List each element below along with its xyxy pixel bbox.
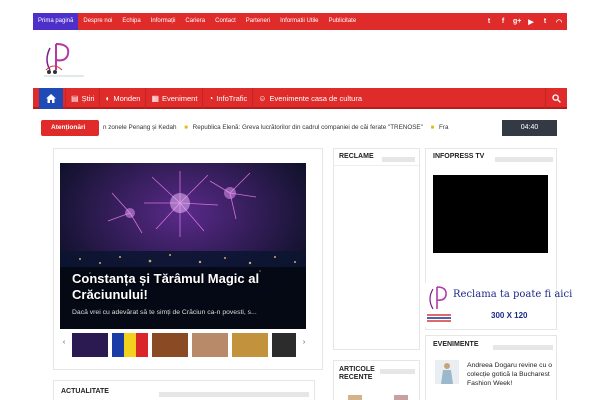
calendar-icon: ▦ <box>151 94 159 103</box>
ad-logo-icon <box>427 286 451 322</box>
nav-item-evenimente-casa-de-cultura[interactable]: ☺ Evenimente casa de cultura <box>252 88 367 109</box>
chevron-left-icon[interactable]: ‹ <box>60 339 68 346</box>
main-nav: ▤ Știri ◐ Monden ▦ Eveniment ◔ InfoTrafi… <box>33 88 567 109</box>
chevron-right-icon[interactable]: › <box>300 339 308 346</box>
ticker-clock: 04:40 <box>502 120 557 136</box>
breaking-ticker: Atenționări n zonele Penang și Kedah ■ R… <box>41 120 557 136</box>
ticker-item[interactable]: Fra <box>439 124 448 131</box>
ticker-bullet-icon: ■ <box>430 125 435 131</box>
heading-divider <box>493 345 553 350</box>
youtube-icon[interactable]: ▶ <box>527 18 535 26</box>
topnav-parteneri[interactable]: Parteneri <box>241 13 275 30</box>
nav-item-label: InfoTrafic <box>216 94 248 103</box>
fireworks-image <box>60 163 306 329</box>
ticker-label: Atenționări <box>41 120 99 136</box>
slide-caption: Dacă vrei cu adevărat să te simți de Cră… <box>72 309 257 316</box>
slider-thumb[interactable] <box>232 333 268 357</box>
slide-title[interactable]: Constanța și Tărâmul Magic al Crăciunulu… <box>72 271 302 303</box>
event-thumbnail[interactable] <box>435 360 459 384</box>
facebook-icon[interactable]: f <box>499 18 507 25</box>
section-heading: EVENIMENTE <box>433 341 553 353</box>
ticker-item[interactable]: Republica Elenă: Greva lucrătorilor din … <box>193 124 423 131</box>
home-button[interactable] <box>39 88 63 109</box>
nav-item-stiri[interactable]: ▤ Știri <box>65 88 99 109</box>
topnav-informatii-utile[interactable]: Informatii Utile <box>275 13 323 30</box>
ad-size: 300 X 120 <box>491 311 528 320</box>
news-icon: ▤ <box>71 94 79 103</box>
section-heading: INFOPRESS TV <box>433 153 553 165</box>
section-heading-label: ACTUALITATE <box>61 388 109 395</box>
search-icon <box>552 94 561 103</box>
home-icon <box>46 94 56 103</box>
advertisement-banner[interactable]: Reclama ta poate fi aici 300 X 120 <box>423 283 572 327</box>
topnav-despre-noi[interactable]: Despre noi <box>78 13 117 30</box>
topnav-publicitate[interactable]: Publicitate <box>324 13 362 30</box>
slider-thumb[interactable] <box>112 333 148 357</box>
slider-thumb[interactable] <box>192 333 228 357</box>
tumblr-icon[interactable]: t <box>541 18 549 25</box>
top-nav: Prima pagină Despre noi Echipa Informați… <box>33 13 361 30</box>
articole-recente-section: ARTICOLE RECENTE <box>333 360 420 400</box>
google-plus-icon[interactable]: g+ <box>513 18 521 25</box>
ad-text: Reclama ta poate fi aici <box>453 289 573 300</box>
section-heading: ACTUALITATE <box>61 388 309 400</box>
section-heading: ARTICOLE RECENTE <box>339 366 377 381</box>
heading-divider <box>380 369 415 374</box>
topnav-cariera[interactable]: Cariera <box>180 13 210 30</box>
slider-thumb[interactable] <box>272 333 296 357</box>
nav-item-eveniment[interactable]: ▦ Eveniment <box>145 88 202 109</box>
section-heading-label: EVENIMENTE <box>433 341 479 348</box>
main-menu: ▤ Știri ◐ Monden ▦ Eveniment ◔ InfoTrafi… <box>65 88 367 109</box>
reclame-ad-area <box>334 165 419 349</box>
nav-item-label: Monden <box>113 94 141 103</box>
rss-icon[interactable]: ◠ <box>555 18 563 26</box>
section-heading-label: INFOPRESS TV <box>433 153 485 160</box>
topnav-informatii[interactable]: Informații <box>146 13 181 30</box>
fashion-model-image <box>435 360 459 384</box>
section-heading: RECLAME <box>339 153 415 165</box>
actualitate-section: ACTUALITATE <box>53 380 315 400</box>
nav-item-infotrafic[interactable]: ◔ InfoTrafic <box>202 88 252 109</box>
ticker-item[interactable]: n zonele Penang și Kedah <box>103 124 177 131</box>
traffic-icon: ◔ <box>208 94 214 103</box>
heading-divider <box>159 392 309 397</box>
social-links: t f g+ ▶ t ◠ <box>485 13 563 30</box>
article-thumb[interactable] <box>394 395 408 400</box>
slider-thumbnails: ‹ › <box>60 331 310 358</box>
ticker-items: n zonele Penang și Kedah ■ Republica Ele… <box>103 120 478 136</box>
featured-slide[interactable]: Constanța și Tărâmul Magic al Crăciunulu… <box>60 163 306 329</box>
heading-divider <box>382 157 415 162</box>
nav-item-label: Evenimente casa de cultura <box>269 94 362 103</box>
slider-thumb[interactable] <box>152 333 188 357</box>
topnav-echipa[interactable]: Echipa <box>117 13 145 30</box>
ticker-bullet-icon: ■ <box>184 125 188 131</box>
topnav-prima-pagina[interactable]: Prima pagină <box>33 13 79 30</box>
twitter-icon[interactable]: t <box>485 18 493 25</box>
moon-icon: ◐ <box>105 94 111 103</box>
site-logo[interactable] <box>40 40 88 80</box>
article-thumb[interactable] <box>348 395 362 400</box>
event-title[interactable]: Andreea Dogaru revine cu o colecție goti… <box>467 361 553 388</box>
nav-item-label: Eveniment <box>162 94 198 103</box>
section-heading-label: RECLAME <box>339 153 374 160</box>
theater-icon: ☺ <box>258 94 267 103</box>
site-logo-graphic <box>44 43 84 77</box>
topnav-contact[interactable]: Contact <box>210 13 241 30</box>
nav-item-monden[interactable]: ◐ Monden <box>99 88 145 109</box>
video-player[interactable] <box>433 175 548 253</box>
section-heading-label: ARTICOLE RECENTE <box>339 366 375 381</box>
nav-item-label: Știri <box>81 94 95 103</box>
heading-divider <box>495 157 553 162</box>
slider-thumb[interactable] <box>72 333 108 357</box>
top-bar: Prima pagină Despre noi Echipa Informați… <box>33 13 567 30</box>
search-button[interactable] <box>545 88 567 109</box>
